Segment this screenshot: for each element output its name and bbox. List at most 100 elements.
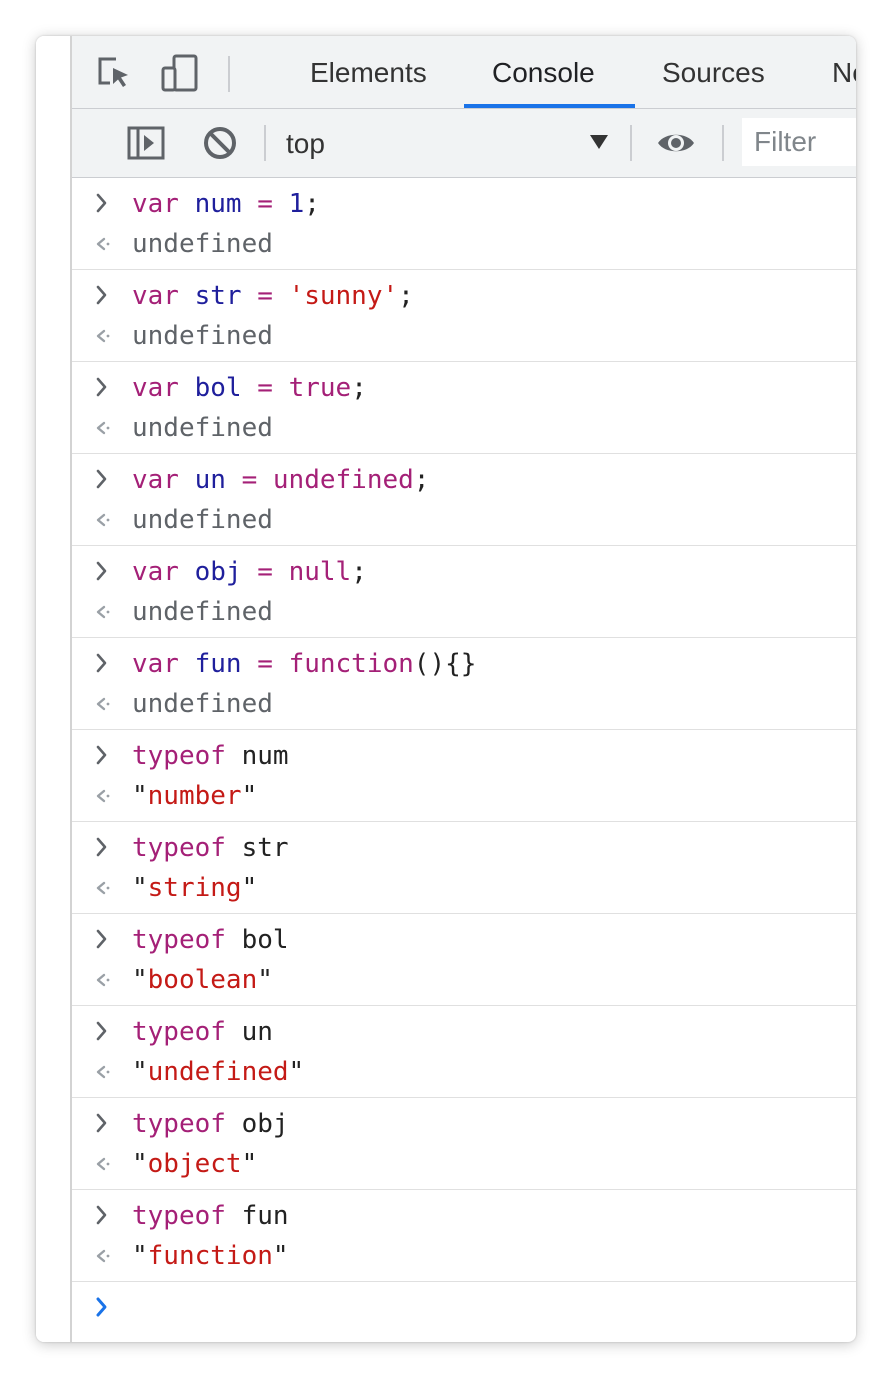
console-input-line[interactable]: typeof un bbox=[72, 1006, 856, 1051]
console-result-line[interactable]: "function" bbox=[72, 1235, 856, 1280]
console-result-line[interactable]: undefined bbox=[72, 499, 856, 544]
toolbar-divider bbox=[630, 125, 632, 161]
console-result-line[interactable]: "object" bbox=[72, 1143, 856, 1188]
console-entry: typeof bol "boolean" bbox=[72, 914, 856, 1006]
code-token: 1 bbox=[288, 189, 305, 219]
result-value: undefined bbox=[132, 597, 273, 627]
tab-network[interactable]: Netw bbox=[832, 36, 856, 108]
console-input-line[interactable]: typeof obj bbox=[72, 1098, 856, 1143]
code-token: bol bbox=[225, 925, 289, 955]
code-token: var bbox=[132, 465, 179, 495]
page-gutter bbox=[36, 36, 72, 1342]
tab-elements[interactable]: Elements bbox=[310, 36, 427, 108]
input-caret-icon bbox=[96, 929, 107, 949]
input-caret-icon bbox=[96, 285, 107, 305]
code-token: ; bbox=[413, 465, 430, 495]
code-token: str bbox=[225, 833, 289, 863]
console-result-line[interactable]: undefined bbox=[72, 223, 856, 268]
result-arrow-icon bbox=[96, 881, 110, 895]
console-result-line[interactable]: "undefined" bbox=[72, 1051, 856, 1096]
code-token: var bbox=[132, 281, 179, 311]
input-caret-icon bbox=[96, 1021, 107, 1041]
code-token: = bbox=[257, 281, 273, 311]
code-token: typeof bbox=[132, 741, 226, 771]
code-token: = bbox=[257, 649, 273, 679]
console-entry: var fun = function(){} undefined bbox=[72, 638, 856, 730]
input-caret-icon bbox=[96, 1113, 107, 1133]
input-caret-icon bbox=[96, 653, 107, 673]
console-input-line[interactable]: var fun = function(){} bbox=[72, 638, 856, 683]
code-token: ; bbox=[304, 189, 320, 219]
console-messages: var num = 1; undefined var str = 'sunny'; u… bbox=[72, 178, 856, 1342]
console-input-line[interactable]: typeof num bbox=[72, 730, 856, 775]
input-caret-icon bbox=[96, 377, 107, 397]
console-result-line[interactable]: undefined bbox=[72, 407, 856, 452]
code-token: ; bbox=[351, 557, 367, 587]
result-arrow-icon bbox=[96, 237, 110, 251]
console-input-prompt[interactable] bbox=[72, 1282, 856, 1332]
console-input-line[interactable]: typeof fun bbox=[72, 1190, 856, 1235]
show-sidebar-icon[interactable] bbox=[126, 123, 166, 163]
eye-icon[interactable] bbox=[656, 123, 696, 163]
devtools-window: Elements Console Sources Netw top bbox=[36, 36, 856, 1342]
input-caret-icon bbox=[96, 745, 107, 765]
code-token: ; bbox=[351, 373, 367, 403]
console-input-line[interactable]: typeof bol bbox=[72, 914, 856, 959]
code-token: typeof bbox=[132, 925, 226, 955]
code-token: fun bbox=[225, 1201, 289, 1231]
code-token: undefined bbox=[272, 465, 414, 495]
device-toolbar-icon[interactable] bbox=[160, 53, 200, 93]
result-value: undefined bbox=[132, 413, 273, 443]
console-result-line[interactable]: undefined bbox=[72, 315, 856, 360]
input-caret-icon bbox=[96, 469, 107, 489]
filter-input[interactable] bbox=[742, 118, 856, 166]
console-input-line[interactable]: var obj = null; bbox=[72, 546, 856, 591]
result-value: "function" bbox=[132, 1241, 289, 1271]
code-token: (){} bbox=[413, 649, 477, 679]
code-token: num bbox=[225, 741, 289, 771]
dropdown-arrow-icon[interactable] bbox=[590, 135, 608, 149]
console-entry: typeof num "number" bbox=[72, 730, 856, 822]
clear-console-icon[interactable] bbox=[200, 123, 240, 163]
javascript-context-select[interactable]: top bbox=[286, 109, 325, 177]
console-result-line[interactable]: "number" bbox=[72, 775, 856, 820]
console-input-line[interactable]: var bol = true; bbox=[72, 362, 856, 407]
console-entry: typeof un "undefined" bbox=[72, 1006, 856, 1098]
code-token: ; bbox=[398, 281, 414, 311]
input-caret-icon bbox=[96, 1297, 107, 1317]
result-arrow-icon bbox=[96, 329, 110, 343]
console-result-line[interactable]: undefined bbox=[72, 591, 856, 636]
result-value: undefined bbox=[132, 229, 273, 259]
result-value: "string" bbox=[132, 873, 258, 903]
console-result-line[interactable]: "string" bbox=[72, 867, 856, 912]
console-input-line[interactable]: typeof str bbox=[72, 822, 856, 867]
console-input-line[interactable]: var str = 'sunny'; bbox=[72, 270, 856, 315]
code-token: typeof bbox=[132, 1109, 226, 1139]
code-token: 'sunny' bbox=[288, 281, 399, 311]
tab-sources[interactable]: Sources bbox=[662, 36, 765, 108]
code-token: typeof bbox=[132, 1017, 226, 1047]
console-result-line[interactable]: "boolean" bbox=[72, 959, 856, 1004]
console-entry: var num = 1; undefined bbox=[72, 178, 856, 270]
code-token: null bbox=[288, 557, 352, 587]
result-arrow-icon bbox=[96, 1065, 110, 1079]
console-input-line[interactable]: var un = undefined; bbox=[72, 454, 856, 499]
toolbar-divider bbox=[722, 125, 724, 161]
code-token: = bbox=[241, 465, 258, 495]
console-input-line[interactable]: var num = 1; bbox=[72, 178, 856, 223]
inspect-element-icon[interactable] bbox=[94, 53, 134, 93]
result-arrow-icon bbox=[96, 1157, 110, 1171]
console-result-line[interactable]: undefined bbox=[72, 683, 856, 728]
tab-console[interactable]: Console bbox=[492, 36, 595, 108]
code-token: obj bbox=[194, 557, 242, 587]
result-arrow-icon bbox=[96, 605, 110, 619]
